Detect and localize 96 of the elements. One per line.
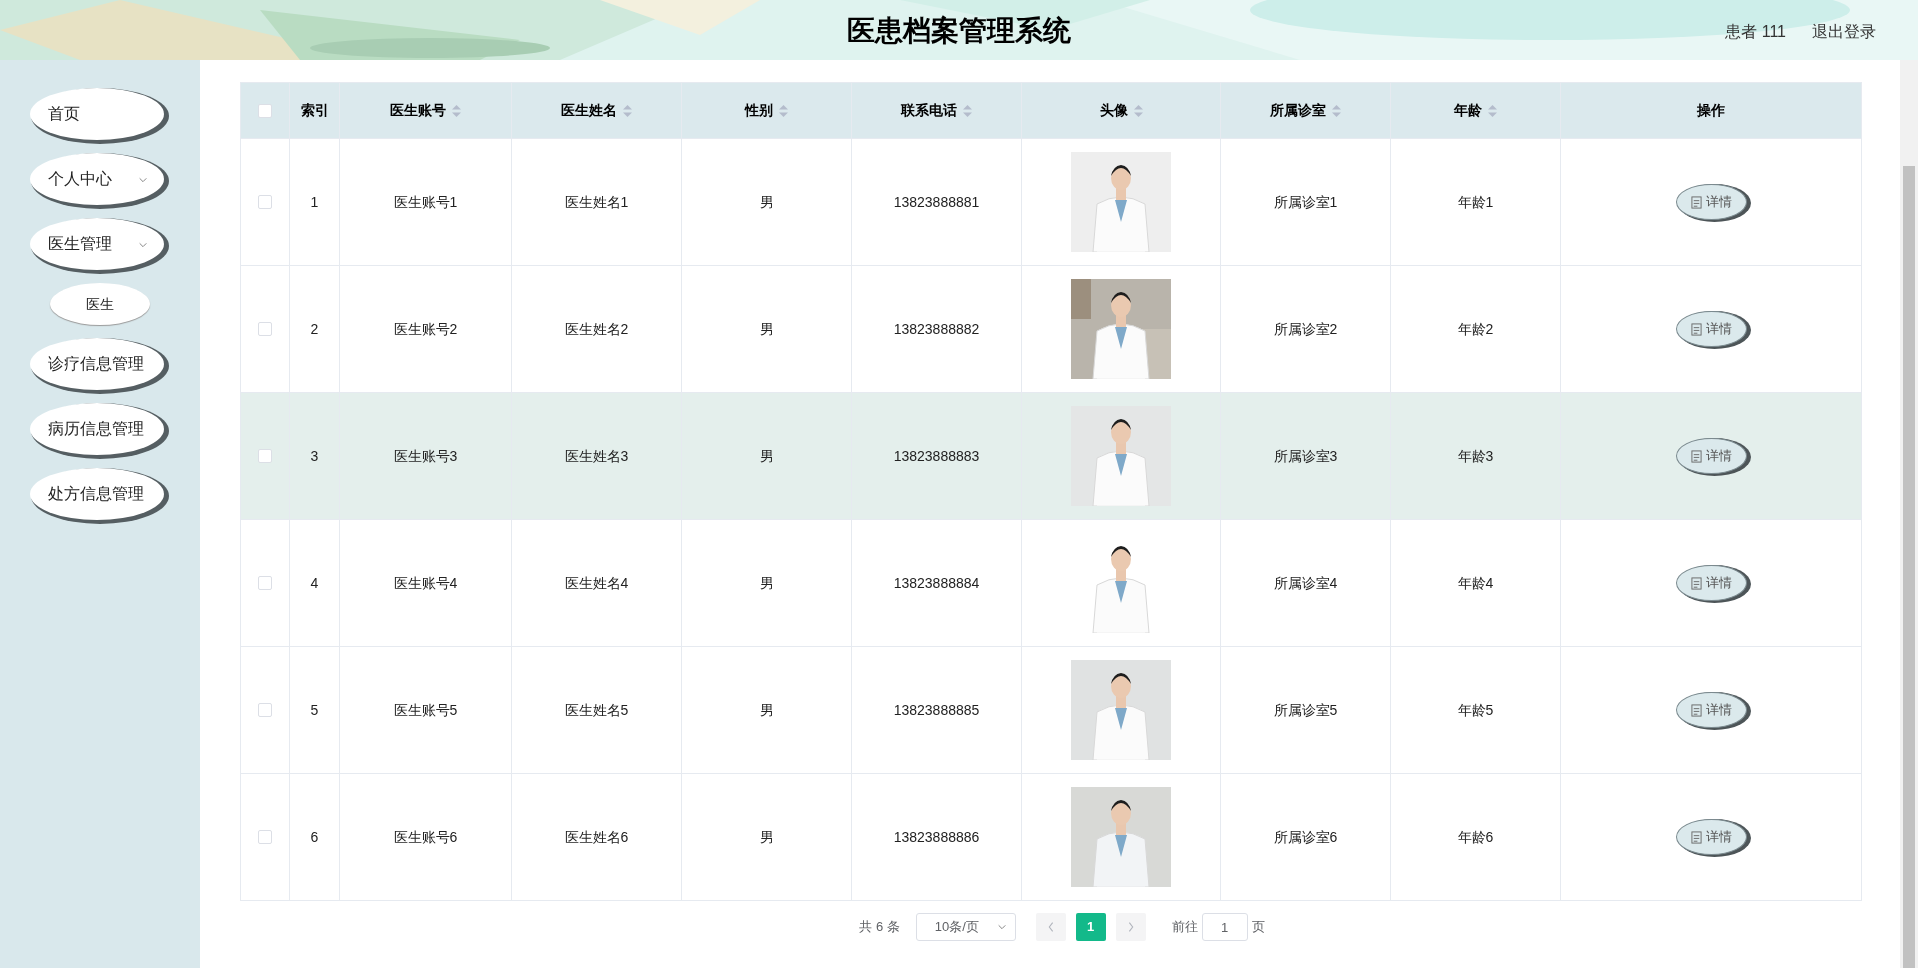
table-cell-text: 男 bbox=[759, 573, 774, 593]
table-cell-text: 13823888883 bbox=[893, 446, 980, 466]
table-cell-text: 所属诊室1 bbox=[1273, 192, 1338, 212]
table-cell-text: 医生姓名2 bbox=[564, 319, 629, 339]
row-checkbox[interactable] bbox=[258, 703, 272, 717]
table-cell-text: 所属诊室5 bbox=[1273, 700, 1338, 720]
chevron-down-icon bbox=[996, 922, 1007, 932]
table-cell-text: 2 bbox=[310, 319, 319, 339]
table-cell-text: 13823888882 bbox=[893, 319, 980, 339]
page-size-select[interactable]: 10条/页 bbox=[915, 913, 1016, 941]
document-icon bbox=[1690, 703, 1702, 717]
logout-link[interactable]: 退出登录 bbox=[1812, 20, 1876, 44]
details-button[interactable]: 详情 bbox=[1675, 819, 1747, 855]
table-cell-text: 医生账号3 bbox=[393, 446, 458, 466]
scrollbar[interactable] bbox=[1900, 60, 1918, 968]
table-cell-text: 医生姓名3 bbox=[564, 446, 629, 466]
column-header: 医生姓名 bbox=[561, 101, 617, 120]
table-row[interactable]: 1 医生账号1 医生姓名1 男 13823888881 所属诊室1 年龄1 详情 bbox=[241, 138, 1861, 265]
document-icon bbox=[1690, 195, 1702, 209]
table-cell-text: 4 bbox=[310, 573, 319, 593]
column-header: 所属诊室 bbox=[1270, 101, 1326, 120]
column-header: 医生账号 bbox=[390, 101, 446, 120]
table-cell-text: 医生账号2 bbox=[393, 319, 458, 339]
table-cell-text: 医生账号4 bbox=[393, 573, 458, 593]
sort-icon[interactable] bbox=[963, 104, 972, 117]
row-checkbox[interactable] bbox=[258, 830, 272, 844]
table-cell-text: 医生姓名1 bbox=[564, 192, 629, 212]
column-header: 索引 bbox=[300, 101, 329, 120]
sort-icon[interactable] bbox=[779, 104, 788, 117]
total-count: 共 6 条 bbox=[859, 918, 900, 937]
page-input[interactable]: 1 bbox=[1201, 913, 1248, 941]
table-cell-text: 5 bbox=[310, 700, 319, 720]
table-row[interactable]: 3 医生账号3 医生姓名3 男 13823888883 所属诊室3 年龄3 详情 bbox=[241, 392, 1861, 519]
table-row[interactable]: 6 医生账号6 医生姓名6 男 13823888886 所属诊室6 年龄6 详情 bbox=[241, 773, 1861, 900]
details-button[interactable]: 详情 bbox=[1675, 565, 1747, 601]
table-cell-text: 1 bbox=[310, 192, 319, 212]
column-header: 年龄 bbox=[1454, 101, 1482, 120]
details-button[interactable]: 详情 bbox=[1675, 692, 1747, 728]
sort-icon[interactable] bbox=[1488, 104, 1497, 117]
table-cell-text: 年龄4 bbox=[1457, 573, 1494, 593]
table-cell-text: 医生账号6 bbox=[393, 827, 458, 847]
column-header: 头像 bbox=[1099, 101, 1128, 120]
select-all-checkbox[interactable] bbox=[258, 103, 272, 118]
table-cell-text: 年龄3 bbox=[1457, 446, 1494, 466]
sort-icon[interactable] bbox=[623, 104, 632, 117]
table-cell-text: 所属诊室3 bbox=[1273, 446, 1338, 466]
table-cell-text: 年龄6 bbox=[1457, 827, 1494, 847]
table-cell-text: 13823888886 bbox=[893, 827, 980, 847]
table-row[interactable]: 5 医生账号5 医生姓名5 男 13823888885 所属诊室5 年龄5 详情 bbox=[241, 646, 1861, 773]
prev-page-button[interactable] bbox=[1035, 913, 1066, 941]
row-checkbox[interactable] bbox=[258, 449, 272, 463]
submenu-item[interactable]: 医生 bbox=[50, 283, 150, 325]
table-cell-text: 医生姓名6 bbox=[564, 827, 629, 847]
document-icon bbox=[1690, 449, 1702, 463]
table-cell-text: 医生姓名4 bbox=[564, 573, 629, 593]
details-button[interactable]: 详情 bbox=[1675, 184, 1747, 220]
details-button[interactable]: 详情 bbox=[1675, 438, 1747, 474]
table-cell-text: 男 bbox=[759, 446, 774, 466]
table-cell-text: 年龄2 bbox=[1457, 319, 1494, 339]
table-cell-text: 6 bbox=[310, 827, 319, 847]
document-icon bbox=[1690, 322, 1702, 336]
sort-icon[interactable] bbox=[1332, 104, 1341, 117]
table-cell-text: 男 bbox=[759, 827, 774, 847]
table-cell-text: 年龄1 bbox=[1457, 192, 1494, 212]
table-cell-text: 所属诊室6 bbox=[1273, 827, 1338, 847]
table-cell-text: 所属诊室4 bbox=[1273, 573, 1338, 593]
document-icon bbox=[1690, 576, 1702, 590]
table-row[interactable]: 2 医生账号2 医生姓名2 男 13823888882 所属诊室2 年龄2 详情 bbox=[241, 265, 1861, 392]
goto-label: 前往 bbox=[1171, 918, 1198, 937]
column-header: 联系电话 bbox=[901, 101, 957, 120]
document-icon bbox=[1690, 830, 1702, 844]
table-cell-text: 男 bbox=[759, 319, 774, 339]
table-cell-text: 3 bbox=[310, 446, 319, 466]
row-checkbox[interactable] bbox=[258, 322, 272, 336]
table-cell-text: 医生姓名5 bbox=[564, 700, 629, 720]
table-cell-text: 13823888885 bbox=[893, 700, 980, 720]
sort-icon[interactable] bbox=[1133, 104, 1143, 117]
column-header: 操作 bbox=[1697, 101, 1725, 120]
sort-icon[interactable] bbox=[452, 104, 461, 117]
table-row[interactable]: 4 医生账号4 医生姓名4 男 13823888884 所属诊室4 年龄4 详情 bbox=[241, 519, 1861, 646]
table-cell-text: 医生账号5 bbox=[393, 700, 458, 720]
table-cell-text: 医生账号1 bbox=[393, 192, 458, 212]
user-name: 患者 111 bbox=[1725, 22, 1786, 42]
next-page-button[interactable] bbox=[1115, 913, 1146, 941]
page-suffix-label: 页 bbox=[1251, 918, 1265, 937]
table-cell-text: 男 bbox=[759, 700, 774, 720]
row-checkbox[interactable] bbox=[258, 576, 272, 590]
table-cell-text: 年龄5 bbox=[1457, 700, 1494, 720]
page-title: 医患档案管理系统 bbox=[847, 14, 1071, 48]
table-cell-text: 13823888881 bbox=[893, 192, 980, 212]
table-cell-text: 所属诊室2 bbox=[1273, 319, 1338, 339]
table-cell-text: 男 bbox=[759, 192, 774, 212]
row-checkbox[interactable] bbox=[258, 195, 272, 209]
table-cell-text: 13823888884 bbox=[893, 573, 980, 593]
details-button[interactable]: 详情 bbox=[1675, 311, 1747, 347]
column-header: 性别 bbox=[745, 101, 773, 120]
